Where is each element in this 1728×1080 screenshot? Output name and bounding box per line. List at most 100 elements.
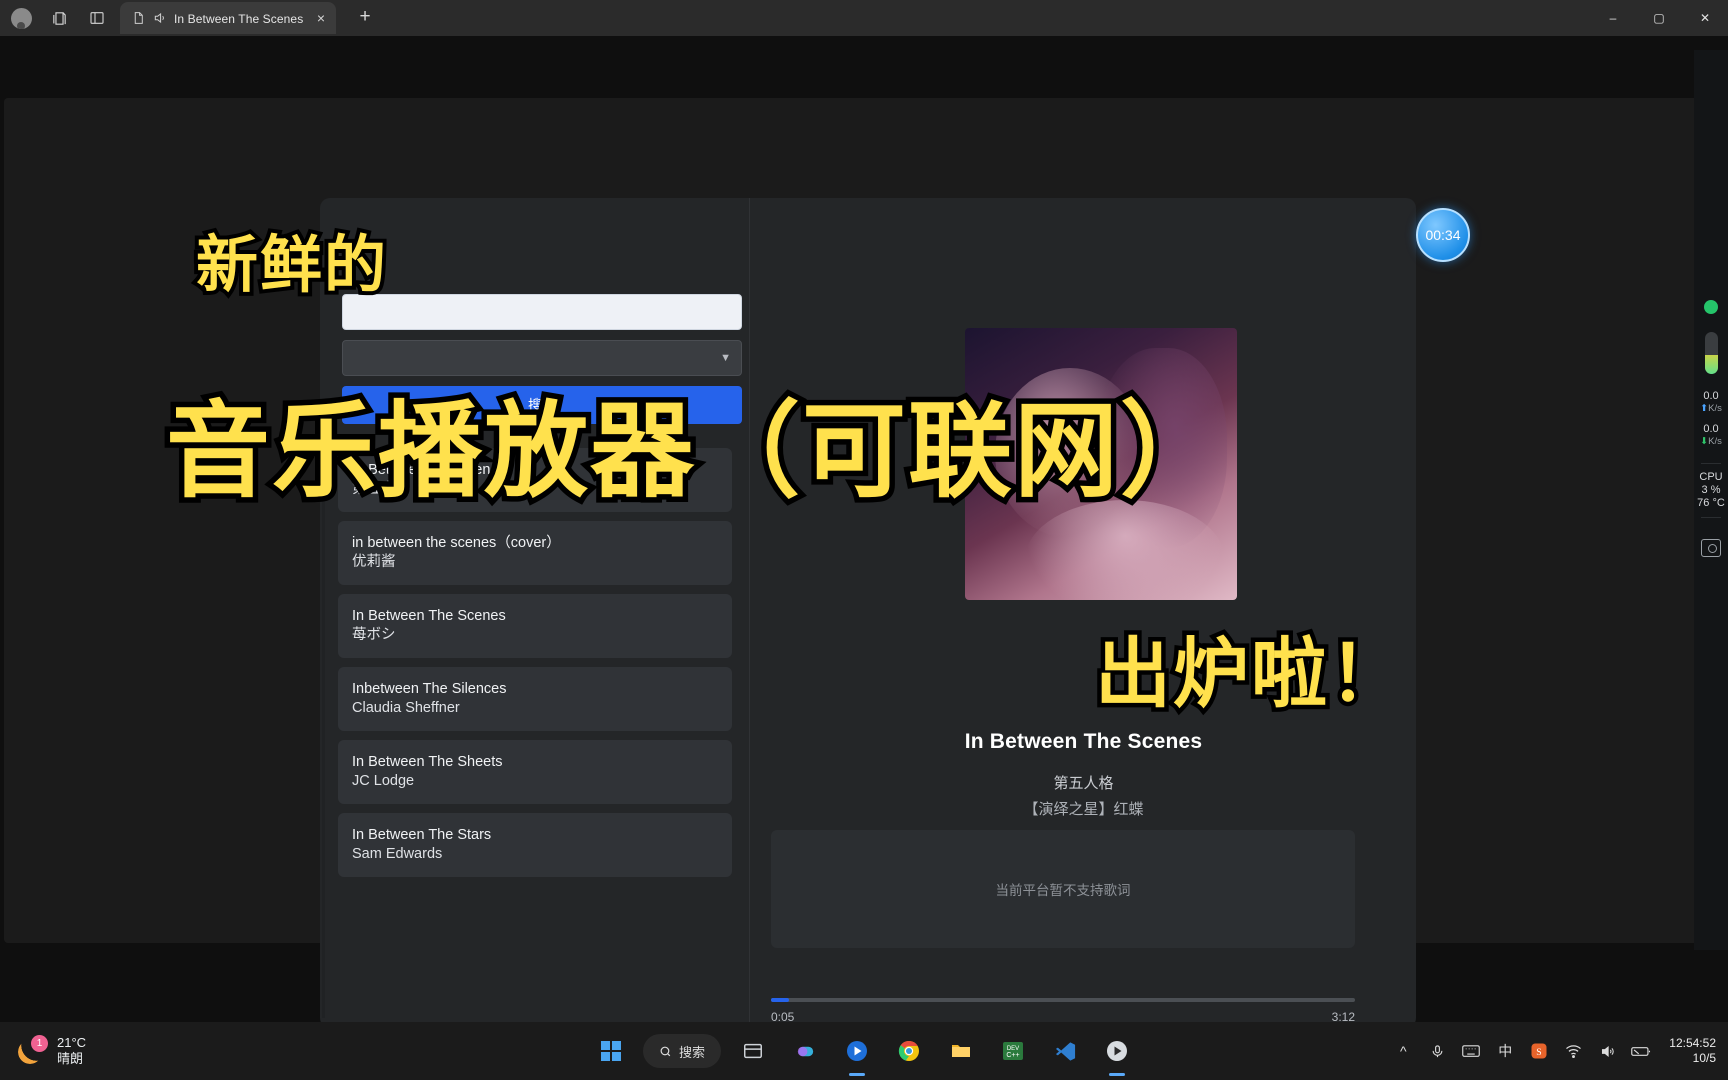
divider — [1701, 463, 1721, 464]
browser-tab[interactable]: In Between The Scenes - 第五 × — [120, 2, 336, 34]
cpu-usage: 3 % — [1701, 484, 1721, 496]
clock-time: 12:54:52 — [1669, 1036, 1716, 1050]
close-icon[interactable]: × — [312, 9, 330, 27]
taskbar-search-label: 搜索 — [678, 1044, 706, 1060]
taskbar-app-devcpp[interactable]: DEV C++ — [993, 1031, 1033, 1071]
start-button[interactable] — [591, 1031, 631, 1071]
keyboard-icon[interactable] — [1461, 1044, 1481, 1058]
tab-title: In Between The Scenes - 第五 — [174, 11, 306, 26]
sogou-logo: S — [1531, 1043, 1547, 1059]
progress-fill — [771, 998, 789, 1002]
moon-icon: 1 — [18, 1035, 48, 1066]
chrome-left-controls: In Between The Scenes - 第五 × + — [0, 0, 386, 36]
taskbar: 1 21°C 晴朗 搜索 DEV C++ ^ 中 S 12:54:52 10/5 — [0, 1022, 1728, 1080]
collections-icon[interactable] — [44, 3, 74, 33]
maximize-button[interactable]: ▢ — [1636, 0, 1682, 36]
speaker-icon[interactable] — [152, 10, 168, 26]
download-arrow-icon: ⬇ — [1700, 436, 1709, 447]
new-tab-button[interactable]: + — [350, 2, 380, 32]
result-title: In Between The Scenes — [352, 608, 506, 624]
web-page: ▼ 搜索 In Between The Scenes 第五人格 in betwe… — [0, 36, 1728, 1080]
download-speed: 0.0 — [1703, 423, 1719, 435]
status-indicator-icon — [1704, 300, 1718, 314]
minimize-button[interactable]: – — [1590, 0, 1636, 36]
taskbar-search[interactable]: 搜索 — [642, 1034, 722, 1068]
result-artist: Sam Edwards — [352, 846, 443, 862]
mic-icon[interactable] — [1427, 1044, 1447, 1059]
camera-icon[interactable] — [1701, 539, 1721, 557]
upload-speed: 0.0 — [1703, 390, 1719, 402]
notification-badge: 1 — [31, 1035, 48, 1052]
search-input[interactable] — [342, 294, 742, 330]
taskbar-app-copilot[interactable] — [785, 1031, 825, 1071]
list-item[interactable]: Inbetween The Silences Claudia Sheffner — [338, 667, 732, 731]
search-icon — [660, 1046, 671, 1056]
memory-gauge — [1704, 332, 1718, 374]
timer-value: 00:34 — [1425, 227, 1461, 243]
video-player-icon — [1107, 1041, 1128, 1061]
folder-icon — [952, 1045, 971, 1057]
vscode-icon — [1055, 1041, 1075, 1061]
caption-line-2: 音乐播放器（可联网） — [160, 385, 1229, 518]
download-unit: ⬇K/s — [1700, 436, 1722, 447]
chevron-up-icon[interactable]: ^ — [1393, 1043, 1413, 1059]
caption-line-3: 出炉啦！ — [1091, 625, 1410, 723]
ime-indicator[interactable]: 中 — [1495, 1041, 1515, 1061]
result-title: In Between The Sheets — [352, 754, 503, 770]
weather-widget[interactable]: 1 21°C 晴朗 — [0, 1035, 86, 1067]
svg-text:S: S — [1537, 1047, 1542, 1058]
profile-avatar-icon[interactable] — [6, 3, 36, 33]
list-item[interactable]: In Between The Sheets JC Lodge — [338, 740, 732, 804]
taskbar-app-file-explorer[interactable] — [941, 1031, 981, 1071]
taskbar-app-task-view[interactable] — [733, 1031, 773, 1071]
progress-area: 0:05 3:12 — [771, 998, 1355, 1024]
list-item[interactable]: in between the scenes（cover） 优莉酱 — [338, 521, 732, 585]
taskbar-center: 搜索 DEV C++ — [591, 1031, 1137, 1071]
search-results-list: In Between The Scenes 第五人格 in between th… — [338, 448, 736, 1018]
copilot-icon — [797, 1046, 813, 1056]
result-title: in between the scenes（cover） — [352, 535, 561, 551]
upload-unit: ⬆K/s — [1700, 403, 1722, 414]
list-item[interactable]: In Between The Stars Sam Edwards — [338, 813, 732, 877]
upload-arrow-icon: ⬆ — [1700, 403, 1709, 414]
taskbar-clock[interactable]: 12:54:52 10/5 — [1665, 1036, 1716, 1066]
taskbar-app-chrome[interactable] — [889, 1031, 929, 1071]
svg-text:C++: C++ — [1006, 1052, 1019, 1059]
song-artist: 第五人格 — [1053, 775, 1114, 792]
system-monitor-sidebar: 0.0 ⬆K/s 0.0 ⬇K/s CPU 3 % 76 °C — [1694, 50, 1728, 950]
divider — [1701, 517, 1721, 518]
window-controls: – ▢ ✕ — [1590, 0, 1728, 36]
screen: In Between The Scenes - 第五 × + – ▢ ✕ ▼ — [0, 0, 1728, 1080]
battery-icon[interactable] — [1631, 1045, 1651, 1058]
song-title: In Between The Scenes — [964, 730, 1203, 753]
song-album: 【演绎之星】红蝶 — [1023, 801, 1144, 818]
result-artist: Claudia Sheffner — [352, 700, 460, 716]
cpu-label: CPU — [1699, 471, 1723, 483]
result-title: In Between The Stars — [352, 827, 492, 843]
browser-tab-bar: In Between The Scenes - 第五 × + – ▢ ✕ — [0, 0, 1728, 36]
document-icon — [130, 10, 146, 26]
taskbar-app-vscode[interactable] — [1045, 1031, 1085, 1071]
lyrics-panel: 当前平台暂不支持歌词 — [771, 830, 1355, 948]
wifi-icon[interactable] — [1563, 1044, 1583, 1058]
result-title: Inbetween The Silences — [352, 681, 507, 697]
result-artist: 苺ボシ — [352, 627, 396, 643]
weather-text: 21°C 晴朗 — [57, 1035, 86, 1067]
split-screen-icon[interactable] — [82, 3, 112, 33]
list-scrollbar[interactable] — [322, 448, 325, 1018]
clock-date: 10/5 — [1692, 1051, 1716, 1065]
close-window-button[interactable]: ✕ — [1682, 0, 1728, 36]
taskbar-app-video-player[interactable] — [1097, 1031, 1137, 1071]
search-pane: ▼ 搜索 In Between The Scenes 第五人格 in betwe… — [320, 198, 750, 1028]
result-artist: 优莉酱 — [352, 554, 396, 570]
floating-timer-badge[interactable]: 00:34 — [1416, 208, 1470, 262]
progress-slider[interactable] — [771, 998, 1355, 1002]
volume-tray-icon[interactable] — [1597, 1044, 1617, 1059]
sogou-icon[interactable]: S — [1529, 1042, 1549, 1060]
taskbar-app-media-player[interactable] — [837, 1031, 877, 1071]
list-item[interactable]: In Between The Scenes 苺ボシ — [338, 594, 732, 658]
task-view-icon — [744, 1043, 762, 1059]
system-tray: ^ 中 S 12:54:52 10/5 — [1393, 1036, 1716, 1066]
lyrics-placeholder-text: 当前平台暂不支持歌词 — [995, 883, 1131, 898]
media-player-icon — [847, 1041, 868, 1061]
